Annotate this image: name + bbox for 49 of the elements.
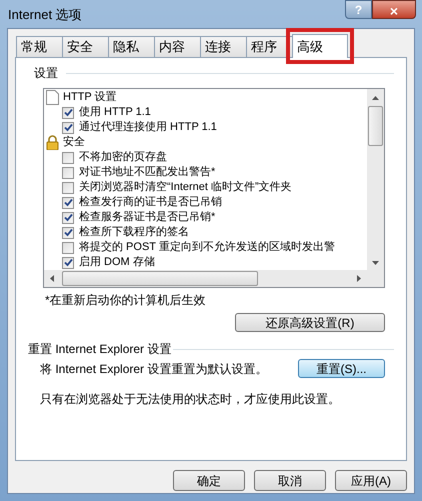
tab[interactable]: 安全 — [62, 36, 109, 57]
section-title: 重置 Internet Explorer 设置 — [28, 341, 172, 358]
restart-note: *在重新启动你的计算机后生效 — [45, 292, 207, 309]
close-button[interactable]: × — [372, 0, 416, 19]
option-label[interactable]: 将提交的 POST 重定向到不允许发送的区域时发出警 — [79, 239, 335, 256]
tab[interactable]: 内容 — [154, 36, 201, 57]
horizontal-scrollbar[interactable] — [44, 270, 384, 287]
dialog-button[interactable]: 确定 — [173, 470, 245, 491]
checkbox[interactable] — [62, 106, 74, 118]
checkbox[interactable] — [62, 152, 74, 164]
window-title: Internet 选项 — [8, 6, 82, 24]
checkbox[interactable] — [62, 212, 74, 224]
checkbox[interactable] — [62, 226, 74, 238]
checkbox[interactable] — [62, 166, 74, 178]
option-label[interactable]: 启用 DOM 存储 — [79, 254, 155, 271]
tab[interactable]: 常规 — [16, 36, 63, 57]
reset-hint: 只有在浏览器处于无法使用的状态时，才应使用此设置。 — [40, 391, 341, 408]
restore-button[interactable]: 还原高级设置(R) — [235, 313, 385, 332]
checkbox[interactable] — [62, 196, 74, 208]
tab[interactable]: 程序 — [246, 36, 293, 57]
checkbox[interactable] — [62, 122, 74, 134]
dialog-button[interactable]: 应用(A) — [335, 470, 407, 491]
option-label[interactable]: 通过代理连接使用 HTTP 1.1 — [79, 119, 217, 136]
option-label[interactable]: 检查所下载程序的签名 — [79, 224, 189, 241]
checkbox[interactable] — [62, 256, 74, 268]
option-label[interactable]: 检查发行商的证书是否已吊销 — [79, 194, 222, 211]
scroll-right-icon[interactable] — [357, 275, 361, 282]
option-label[interactable]: 不将加密的页存盘 — [79, 149, 167, 166]
option-label[interactable]: 使用 HTTP 1.1 — [79, 104, 151, 121]
tab[interactable]: 隐私 — [108, 36, 155, 57]
option-label[interactable]: 检查服务器证书是否已吊销* — [79, 209, 216, 226]
section-title: 设置 — [33, 65, 58, 82]
option-label[interactable]: 对证书地址不匹配发出警告* — [79, 164, 216, 181]
checkbox[interactable] — [62, 242, 74, 254]
scroll-thumb[interactable] — [368, 106, 383, 146]
tab[interactable]: 连接 — [200, 36, 247, 57]
reset-description: 将 Internet Explorer 设置重置为默认设置。 — [40, 360, 268, 378]
checkbox[interactable] — [62, 182, 74, 194]
option-label[interactable]: 关闭浏览器时清空“Internet 临时文件”文件夹 — [79, 179, 292, 196]
dialog-button[interactable]: 取消 — [254, 470, 326, 491]
reset-button[interactable]: 重置(S)... — [298, 359, 385, 378]
tree-group-label[interactable]: HTTP 设置 — [63, 89, 117, 106]
tree-group-label[interactable]: 安全 — [63, 134, 85, 151]
scroll-thumb[interactable] — [62, 271, 258, 286]
scroll-up-icon[interactable] — [372, 96, 379, 100]
scroll-down-icon[interactable] — [372, 261, 379, 265]
vertical-scrollbar[interactable] — [367, 89, 384, 272]
scroll-left-icon[interactable] — [50, 275, 54, 282]
padlock-icon — [46, 135, 59, 150]
